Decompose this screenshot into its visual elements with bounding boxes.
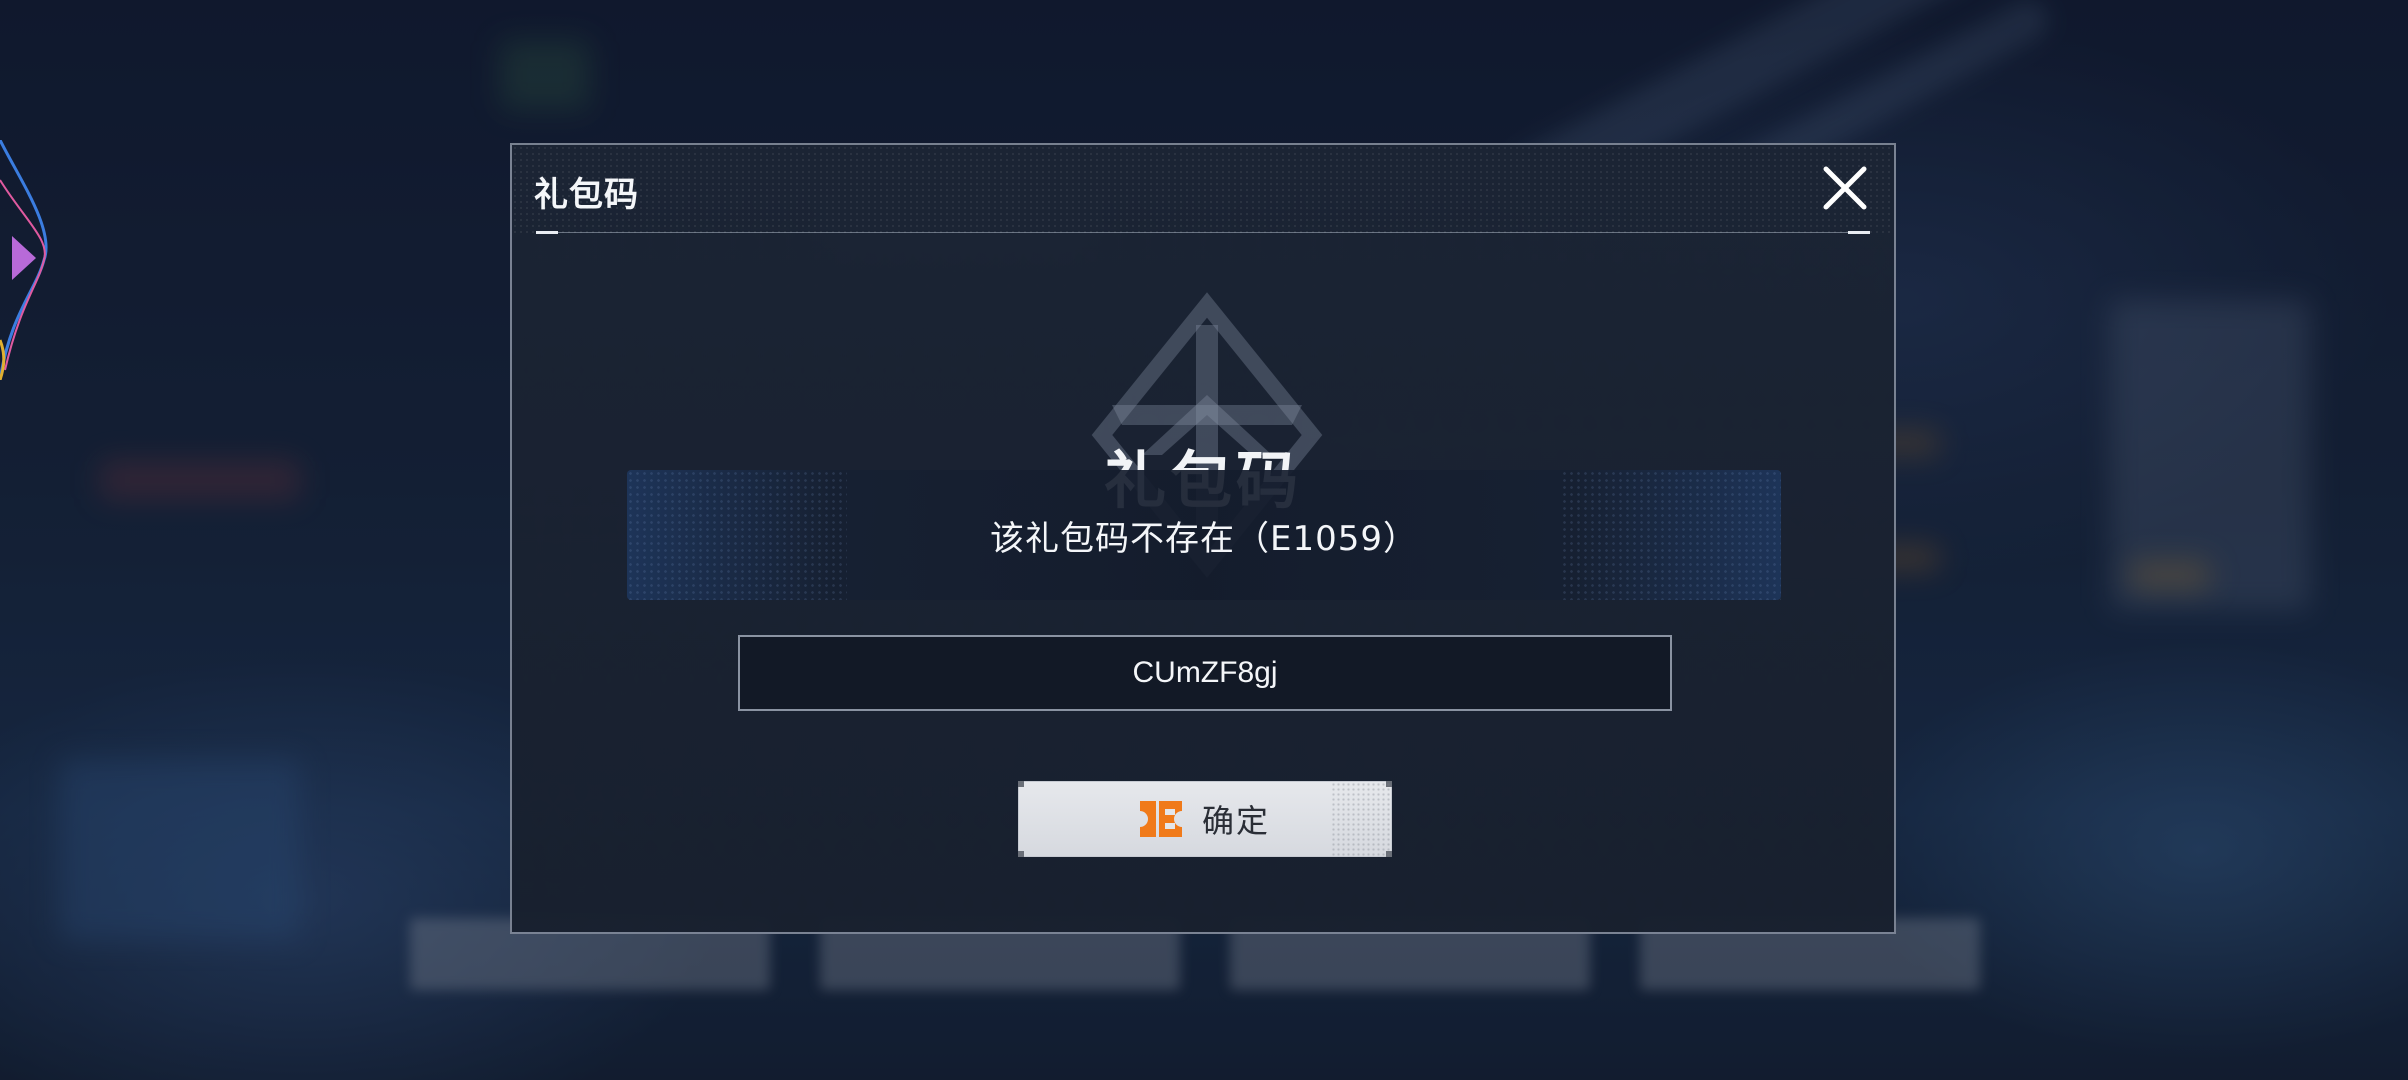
side-panel-toggle[interactable] xyxy=(0,139,50,381)
gift-code-input[interactable] xyxy=(738,635,1672,711)
header-divider xyxy=(536,232,1870,233)
orange-ticket-icon xyxy=(1139,801,1182,837)
dialog-header xyxy=(512,145,1894,237)
close-icon xyxy=(1823,166,1867,210)
header-divider-tick-right xyxy=(1848,231,1870,234)
close-button[interactable] xyxy=(1820,163,1870,213)
error-banner: 该礼包码不存在（E1059） xyxy=(627,470,1781,600)
confirm-label: 确定 xyxy=(1201,802,1270,840)
confirm-button[interactable]: 确定 xyxy=(1018,781,1392,857)
side-arrow-icon xyxy=(0,139,48,381)
error-message: 该礼包码不存在（E1059） xyxy=(989,519,1418,559)
header-divider-tick-left xyxy=(536,231,558,234)
dialog-title: 礼包码 xyxy=(534,175,639,215)
gift-code-dialog: 礼包码 礼包码 该礼包码不存在（E1059） xyxy=(510,143,1896,934)
